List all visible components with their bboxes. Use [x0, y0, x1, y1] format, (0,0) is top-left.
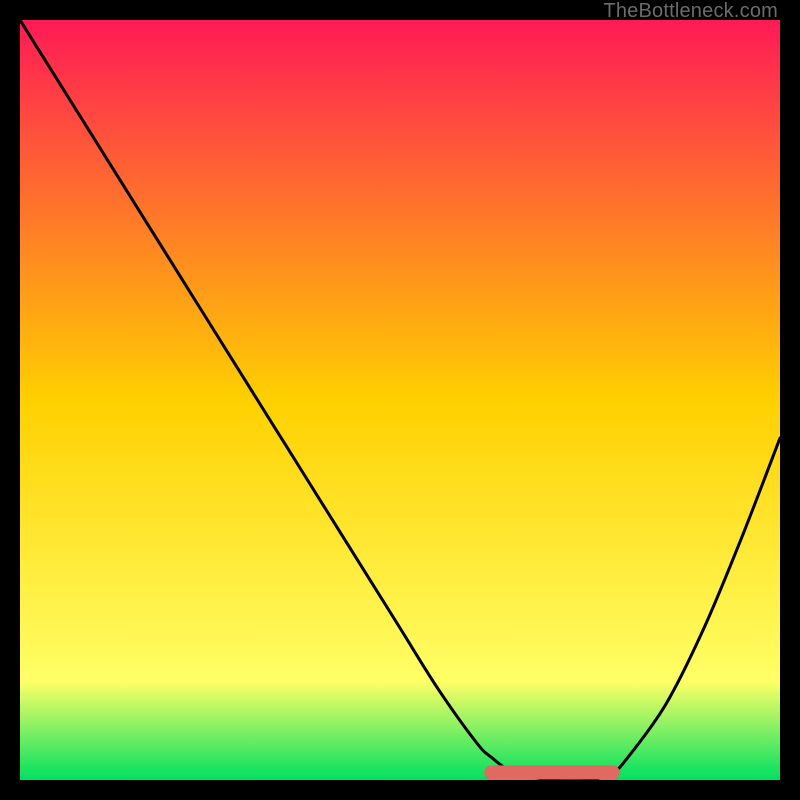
attribution-text: TheBottleneck.com	[603, 0, 778, 23]
chart-plot-area	[20, 20, 780, 780]
outer-frame: TheBottleneck.com	[0, 0, 800, 800]
gradient-background	[20, 20, 780, 780]
chart-svg	[20, 20, 780, 780]
